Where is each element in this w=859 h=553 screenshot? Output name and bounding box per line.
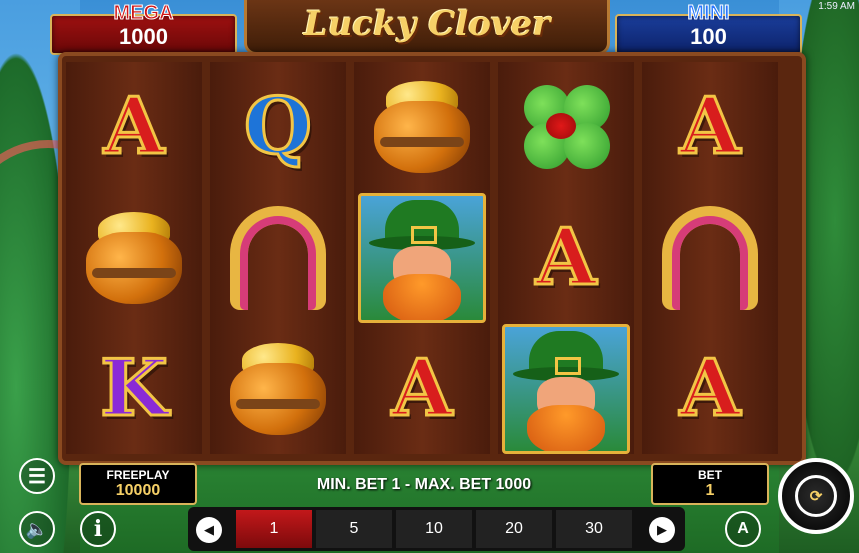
bet-label: BET [698,468,722,482]
reel-cell [354,193,490,323]
reel-cell [354,62,490,192]
pot-of-gold-icon [370,77,474,177]
leprechaun-icon [358,193,486,323]
mega-jackpot: MEGA 1000 [50,2,237,55]
reel-cell: A [498,193,634,323]
bet-option-30[interactable]: 30 [556,510,632,548]
reel-cell: A [642,324,778,454]
sound-icon[interactable]: 🔈 [19,511,55,547]
mega-jackpot-value: 1000 [119,24,168,49]
bet-panel: BET 1 [651,463,769,505]
reel-cell [66,193,202,323]
pot-of-gold-icon [82,208,186,308]
reel-cell [642,193,778,323]
info-icon[interactable]: i [80,511,116,547]
reel-cell: Q [210,62,346,192]
symbol-q: Q [243,81,314,172]
bet-option-1[interactable]: 1 [236,510,312,548]
mega-jackpot-label: MEGA [113,2,174,25]
bet-prev-arrow-icon[interactable]: ◀ [196,517,222,543]
pot-of-gold-icon [226,339,330,439]
bet-option-20[interactable]: 20 [476,510,552,548]
reel-cell [210,324,346,454]
bet-option-5[interactable]: 5 [316,510,392,548]
clock: 1:59 AM [818,1,855,12]
bet-selector: ◀ 1 5 10 20 30 ▶ [188,507,685,551]
autoplay-icon[interactable]: A [725,511,761,547]
bet-next-arrow-icon[interactable]: ▶ [649,517,675,543]
bet-value: 1 [705,482,715,499]
freeplay-panel: FREEPLAY 10000 [79,463,197,505]
game-title: Lucky Clover Spins [244,0,610,92]
spin-button[interactable]: ⟳ [778,458,854,534]
symbol-a: A [390,343,454,434]
reel-2: Q [210,62,346,454]
reel-3: A [354,62,490,454]
reel-cell: A [66,62,202,192]
menu-icon[interactable]: ☰ [19,458,55,494]
reel-5: AA [642,62,778,454]
reels-grid: AKQAAAA [58,52,806,465]
leprechaun-icon [502,324,630,454]
symbol-a: A [678,343,742,434]
bet-range-info: MIN. BET 1 - MAX. BET 1000 [316,476,532,493]
freeplay-label: FREEPLAY [106,468,170,482]
symbol-k: K [99,343,170,434]
mini-jackpot-label: MINI [687,2,730,25]
reel-cell: A [642,62,778,192]
symbol-a: A [534,212,598,303]
spin-icon: ⟳ [795,475,837,517]
mini-jackpot-value: 100 [690,24,727,49]
bet-option-10[interactable]: 10 [396,510,472,548]
mini-jackpot: MINI 100 [615,2,802,55]
reel-cell [498,324,634,454]
reel-cell: K [66,324,202,454]
freeplay-value: 10000 [115,482,161,499]
symbol-a: A [102,81,166,172]
reel-cell [498,62,634,192]
horseshoe-icon [230,206,326,310]
reel-cell: A [354,324,490,454]
clover-ladybug-icon [516,77,616,177]
reel-1: AK [66,62,202,454]
horseshoe-icon [662,206,758,310]
reel-cell [210,193,346,323]
symbol-a: A [678,81,742,172]
reel-4: A [498,62,634,454]
